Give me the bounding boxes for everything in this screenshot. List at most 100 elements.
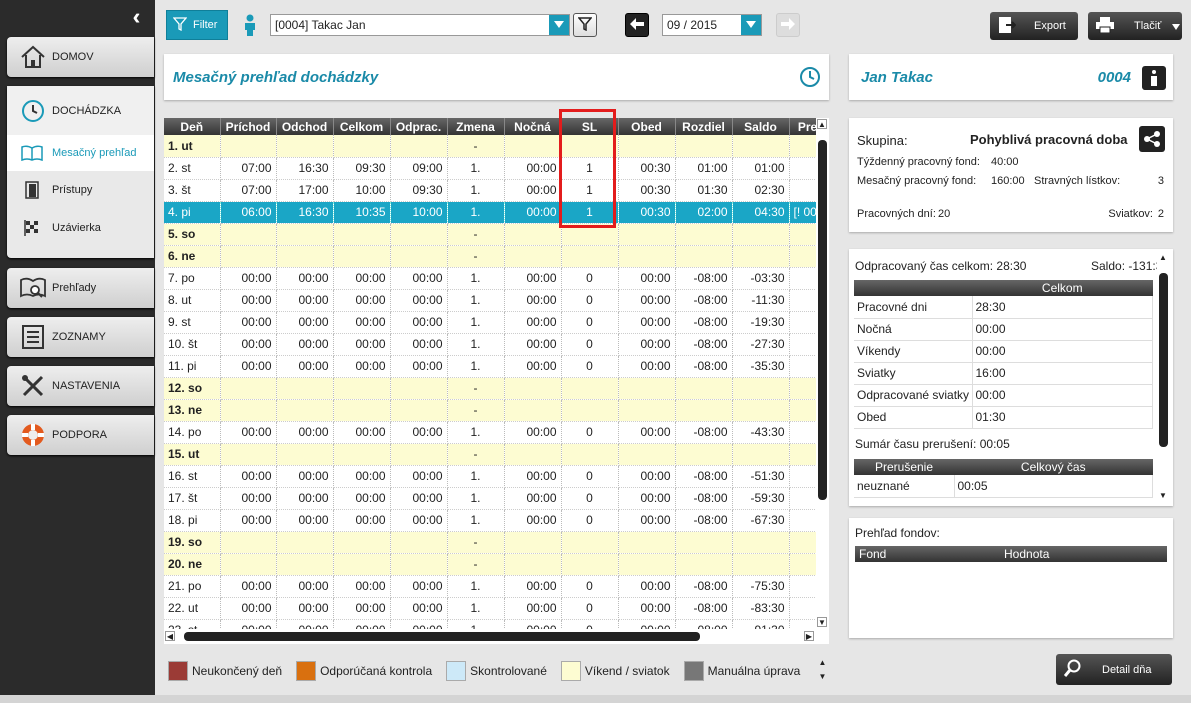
collapse-sidebar-icon[interactable]: ‹‹ — [122, 4, 144, 30]
table-row[interactable]: 5. so - — [164, 223, 816, 246]
table-row[interactable]: 16. st 00:00 00:00 00:00 00:00 1. 00:00 0 00:00-… — [164, 465, 816, 488]
employee-select[interactable]: [0004] Takac Jan — [270, 14, 570, 36]
table-row[interactable]: 15. ut - — [164, 443, 816, 466]
column-header[interactable]: Nočná — [504, 118, 562, 135]
table-cell: 16. st — [164, 465, 221, 488]
table-row[interactable]: 11. pi 00:00 00:00 00:00 00:00 1. 00:00 0 00:00-… — [164, 355, 816, 378]
table-row[interactable]: 8. ut 00:00 00:00 00:00 00:00 1. 00:00 0 00:00 -0… — [164, 289, 816, 312]
table-cell: - — [447, 443, 505, 466]
table-row[interactable]: 17. št 00:00 00:00 00:00 00:00 1. 00:00 0 00:00-… — [164, 487, 816, 510]
nav-zoznamy[interactable]: ZOZNAMY — [7, 317, 154, 357]
table-row[interactable]: 13. ne - — [164, 399, 816, 422]
table-cell — [504, 399, 562, 422]
column-header[interactable]: Obed — [618, 118, 676, 135]
subnav-uzavierka[interactable]: Uzávierka — [7, 210, 154, 246]
employee-filter-button[interactable] — [573, 13, 597, 37]
table-cell: 00:00 — [618, 355, 676, 378]
scroll-down-icon[interactable]: ▼ — [816, 670, 829, 684]
holidays-label: Sviatkov: — [1108, 208, 1153, 220]
next-month-button[interactable] — [776, 13, 800, 37]
summary-row-label: Odpracované sviatky — [854, 384, 973, 407]
column-header[interactable]: Odchod — [276, 118, 334, 135]
checkered-flag-icon — [21, 219, 43, 237]
table-cell: 23. st — [164, 619, 221, 629]
table-cell — [504, 135, 562, 158]
day-detail-button[interactable]: Detail dňa — [1056, 654, 1172, 685]
total-worked-label: Odpracovaný čas celkom: — [855, 259, 994, 273]
table-row[interactable]: 14. po 00:00 00:00 00:00 00:00 1. 00:00 0 00:00-… — [164, 421, 816, 444]
scroll-left-icon[interactable]: ◀ — [165, 631, 175, 641]
summary-scrollbar[interactable]: ▲ ▼ — [1157, 251, 1170, 504]
previous-month-button[interactable] — [625, 13, 649, 37]
column-header[interactable]: Zmena — [447, 118, 505, 135]
nav-podpora[interactable]: PODPORA — [7, 415, 154, 455]
table-row[interactable]: 22. ut 00:00 00:00 00:00 00:00 1. 00:00 0 00:00-… — [164, 597, 816, 620]
table-row[interactable]: 23. st00:0000:0000:0000:001.00:00000:00-… — [164, 619, 816, 629]
subnav-pristupy-label: Prístupy — [52, 184, 93, 196]
table-cell — [504, 531, 562, 554]
column-header[interactable]: Príchod — [220, 118, 277, 135]
table-cell: 0 — [561, 355, 619, 378]
funds-panel: Prehľad fondov: Fond Hodnota — [849, 518, 1173, 638]
table-row[interactable]: 9. st 00:00 00:00 00:00 00:00 1. 00:00 0 00:00 -0… — [164, 311, 816, 334]
legend-scroll[interactable]: ▲ ▼ — [816, 656, 829, 686]
clock-icon[interactable] — [799, 66, 821, 91]
table-row[interactable]: 4. pi 06:00 16:30 10:35 10:00 1. 00:00 1 00:30 02… — [164, 201, 816, 224]
table-cell: 00:00 — [504, 267, 562, 290]
table-row[interactable]: 10. št 00:00 00:00 00:00 00:00 1. 00:00 0 00:00-… — [164, 333, 816, 356]
grid-vscroll-thumb[interactable] — [818, 140, 827, 500]
table-cell — [390, 135, 448, 158]
chevron-down-icon[interactable] — [741, 15, 761, 35]
export-button[interactable]: Export — [990, 12, 1078, 40]
table-cell: 0 — [561, 509, 619, 532]
grid-hscroll-thumb[interactable] — [184, 632, 700, 641]
table-row[interactable]: 3. št 07:00 17:00 10:00 09:30 1. 00:00 1 00:30 01… — [164, 179, 816, 202]
subnav-mesacny-prehlad[interactable]: Mesačný prehľad — [7, 135, 154, 171]
column-header[interactable]: Deň — [164, 118, 221, 135]
scroll-down-icon[interactable]: ▼ — [817, 617, 827, 627]
employee-panel: Jan Takac 0004 — [849, 54, 1173, 100]
table-cell: 0 — [561, 333, 619, 356]
table-row[interactable]: 2. st 07:00 16:30 09:30 09:00 1. 00:00 1 00:30 01… — [164, 157, 816, 180]
table-row[interactable]: 6. ne - — [164, 245, 816, 268]
info-icon[interactable] — [1142, 66, 1166, 90]
nav-home[interactable]: DOMOV — [7, 37, 154, 77]
filter-button[interactable]: Filter — [166, 10, 228, 40]
person-icon — [244, 14, 256, 39]
table-cell: 00:00 — [390, 267, 448, 290]
chevron-down-icon[interactable] — [549, 15, 569, 35]
scroll-down-icon[interactable]: ▼ — [1159, 491, 1167, 500]
column-header[interactable]: Saldo — [732, 118, 790, 135]
grid-vertical-scrollbar[interactable]: ▲ ▼ — [816, 118, 829, 629]
column-header[interactable]: Odprac. — [390, 118, 448, 135]
table-row[interactable]: 1. ut - — [164, 135, 816, 158]
summary-scroll-thumb[interactable] — [1159, 273, 1168, 447]
column-header[interactable]: Pre — [789, 118, 816, 135]
table-cell — [561, 399, 619, 422]
table-row[interactable]: 18. pi 00:00 00:00 00:00 00:00 1. 00:00 0 00:00-… — [164, 509, 816, 532]
column-header[interactable]: Celkom — [333, 118, 391, 135]
table-cell: 02:30 — [732, 179, 790, 202]
column-header[interactable]: Rozdiel — [675, 118, 733, 135]
scroll-up-icon[interactable]: ▲ — [816, 656, 829, 670]
nav-prehlady[interactable]: Prehľady — [7, 268, 154, 308]
subnav-pristupy[interactable]: Prístupy — [7, 172, 154, 208]
scroll-up-icon[interactable]: ▲ — [1159, 253, 1167, 262]
grid-horizontal-scrollbar[interactable]: ◀ ▶ — [164, 629, 829, 644]
table-cell: 04:30 — [732, 201, 790, 224]
table-row[interactable]: 7. po 00:00 00:00 00:00 00:00 1. 00:00 0 00:00 -0… — [164, 267, 816, 290]
scroll-up-icon[interactable]: ▲ — [817, 119, 827, 129]
nav-nastavenia[interactable]: NASTAVENIA — [7, 366, 154, 406]
table-row[interactable]: 19. so - — [164, 531, 816, 554]
period-select[interactable]: 09 / 2015 — [662, 14, 762, 36]
chevron-down-icon[interactable] — [1172, 21, 1180, 33]
table-row[interactable]: 20. ne - — [164, 553, 816, 576]
scroll-right-icon[interactable]: ▶ — [804, 631, 814, 641]
print-button[interactable]: Tlačiť — [1088, 12, 1182, 40]
table-row[interactable]: 21. po 00:00 00:00 00:00 00:00 1. 00:00 0 00:00-… — [164, 575, 816, 598]
share-nodes-icon[interactable] — [1139, 126, 1165, 152]
table-cell — [789, 157, 816, 180]
table-row[interactable]: 12. so - — [164, 377, 816, 400]
day-detail-label: Detail dňa — [1102, 663, 1152, 676]
nav-dochadzka[interactable]: DOCHÁDZKA — [7, 86, 154, 136]
